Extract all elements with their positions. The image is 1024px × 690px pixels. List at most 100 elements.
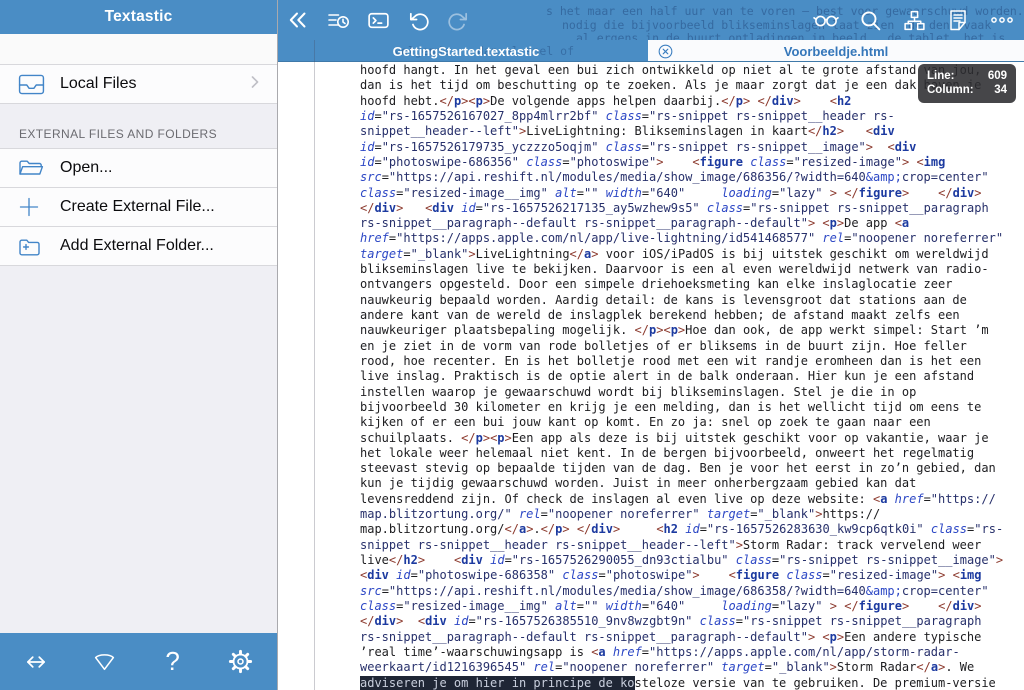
sidebar-item-open[interactable]: Open...: [0, 149, 277, 188]
code-line: </div> <div id="rs-1657526385510_9nv8wzg…: [360, 614, 982, 629]
code-line: src="https://api.reshift.nl/modules/medi…: [360, 170, 989, 185]
sitemap-icon: [903, 10, 925, 30]
column-label: Column:: [927, 84, 974, 96]
code-line: src="https://api.reshift.nl/modules/medi…: [360, 583, 989, 598]
sidebar-spacer: [0, 34, 277, 65]
line-number: 609: [987, 70, 1007, 82]
code-editor[interactable]: hoofd hangt. In het geval een bui zich o…: [278, 62, 1024, 690]
recent-files-button[interactable]: [318, 0, 358, 40]
tab-voorbeeldje[interactable]: Voorbeeldje.html: [648, 40, 1024, 61]
code-line: id="photoswipe-686356" class="photoswipe…: [360, 154, 946, 169]
transfer-button[interactable]: [14, 640, 58, 684]
create-external-file-label: Create External File...: [60, 198, 215, 215]
sidebar-header: Textastic: [0, 0, 277, 34]
folder-plus-icon: [18, 234, 48, 258]
gear-icon: [229, 649, 253, 674]
terminal-button[interactable]: [358, 0, 398, 40]
code-line: dan is het tijd om beschutting op te zoe…: [360, 78, 982, 93]
code-line: class="resized-image__img" alt="" width=…: [360, 185, 982, 200]
undo-button[interactable]: [398, 0, 438, 40]
code-line: live</h2> <div id="rs-1657526290055_dn93…: [360, 553, 1004, 567]
code-line: <div id="photoswipe-686358" class="photo…: [360, 568, 982, 583]
tab-label: Voorbeeldje.html: [783, 43, 889, 59]
external-files-section-header: EXTERNAL FILES AND FOLDERS: [0, 104, 277, 149]
code-line: ’real time’-waarschuwingsapp is <a href=…: [360, 644, 960, 659]
code-line: rs-snippet__paragraph--default rs-snippe…: [360, 216, 910, 231]
code-line: id="rs-1657526167027_8pp4mlrr2bf" class=…: [360, 108, 895, 123]
code-lines: hoofd hangt. In het geval een bui zich o…: [360, 63, 1003, 690]
collapse-sidebar-button[interactable]: [278, 0, 318, 40]
redo-icon: [447, 12, 467, 30]
editor-pane: s het maar een half uur van te voren — b…: [278, 0, 1024, 690]
sidebar-item-create-external-file[interactable]: Create External File...: [0, 188, 277, 227]
close-tab-button[interactable]: [655, 41, 675, 61]
code-line: instellen waarop je gewaarschuwd wordt b…: [360, 384, 917, 399]
sidebar-empty-area: [0, 266, 277, 633]
code-line: rs-snippet__paragraph--default rs-snippe…: [360, 629, 982, 644]
ellipsis-icon: [991, 17, 1013, 23]
editor-toolbar: s het maar een half uur van te voren — b…: [278, 0, 1024, 40]
chevron-right-icon: [245, 72, 265, 97]
redo-button[interactable]: [438, 0, 478, 40]
code-line: map.blitzortung.org/</a>.</p> </div> <h2…: [360, 522, 1004, 537]
local-files-label: Local Files: [60, 75, 137, 92]
code-line: class="resized-image__img" alt="" width=…: [360, 598, 982, 613]
code-line: nauwkeurig bepaald worden. Aardig detail…: [360, 292, 967, 307]
code-line: adviseren je om hier in principe de kost…: [360, 675, 996, 690]
code-line: schuilplaats. </p><p>Een app als deze is…: [360, 430, 989, 445]
sidebar-item-add-external-folder[interactable]: Add External Folder...: [0, 227, 277, 266]
line-label: Line:: [927, 70, 955, 82]
glasses-icon: [813, 15, 839, 27]
more-button[interactable]: [982, 0, 1022, 40]
code-line: steevast stevig op bepaalde tijden van d…: [360, 461, 996, 476]
search-icon: [860, 10, 880, 30]
code-line: ontvangers opgesteld. Door een simpele d…: [360, 277, 953, 292]
sidebar-toolbar: ?: [0, 633, 277, 690]
tab-gettingstarted[interactable]: GettingStarted.textastic: [316, 40, 616, 61]
column-number: 34: [994, 84, 1007, 96]
tab-label: GettingStarted.textastic: [392, 43, 540, 59]
open-folder-icon: [18, 156, 48, 180]
code-line: </div> <div id="rs-1657526217135_ay5wzhe…: [360, 200, 989, 215]
search-button[interactable]: [850, 0, 890, 40]
code-line: kijken of er een bui jouw kant op komt. …: [360, 415, 931, 430]
undo-icon: [409, 12, 429, 30]
question-mark-icon: ?: [165, 646, 180, 676]
code-line: nauwkeuriger plaatsbepaling mogelijk. </…: [360, 323, 989, 338]
document-icon: [950, 9, 966, 30]
settings-button[interactable]: [219, 640, 263, 684]
code-line: id="rs-1657526179735_yczzzo5oqjm" class=…: [360, 139, 917, 154]
sidebar-item-local-files[interactable]: Local Files: [0, 65, 277, 104]
code-line: href="https://apps.apple.com/nl/app/live…: [360, 231, 1004, 246]
code-line: hoofd hangt. In het geval een bui zich o…: [360, 63, 989, 77]
terminal-window-icon: [367, 12, 389, 28]
file-properties-button[interactable]: [938, 0, 978, 40]
wifi-transfer-button[interactable]: [82, 640, 126, 684]
code-line: andere kant van de wereld de inslagplek …: [360, 308, 960, 322]
code-line: map.blitzortung.org/" rel="noopener nore…: [360, 507, 881, 522]
open-label: Open...: [60, 159, 113, 176]
close-icon: [658, 44, 672, 58]
code-line: snippet rs-snippet__header rs-snippet__h…: [360, 537, 982, 552]
tab-bar: volgende dan al snel of GettingStarted.t…: [278, 40, 1024, 62]
code-line: het lokale weer helemaal niet kent. In d…: [360, 445, 975, 460]
line-column-indicator: Line: 609 Column: 34: [918, 64, 1016, 103]
app-title: Textastic: [104, 8, 173, 25]
plus-icon: [18, 195, 48, 219]
wifi-icon: [94, 654, 114, 671]
help-button[interactable]: ?: [151, 640, 195, 684]
code-line: target="_blank">LiveLightning</a> voor i…: [360, 246, 989, 261]
symbol-navigator-button[interactable]: [894, 0, 934, 40]
tray-icon: [18, 72, 48, 96]
code-line: live inslag. Praktisch is de optie alert…: [360, 369, 975, 384]
recent-files-icon: [328, 14, 349, 28]
code-line: levensreddend zijn. Of check de inslagen…: [360, 491, 996, 506]
code-line: hoofd hebt.</p><p>De volgende apps helpe…: [360, 93, 852, 108]
preview-button[interactable]: [806, 0, 846, 40]
code-line: weerkaart/id1216396545" rel="noopener no…: [360, 660, 975, 675]
code-line: bijvoorbeeld 30 kilometer en krijg je ee…: [360, 399, 982, 414]
sidebar: Textastic Local Files EXTERNAL FILES AND…: [0, 0, 278, 690]
code-line: blikseminslagen live te bekijken. Daarvo…: [360, 262, 989, 277]
left-right-arrows-icon: [27, 655, 45, 668]
double-chevron-left-icon: [289, 12, 306, 28]
